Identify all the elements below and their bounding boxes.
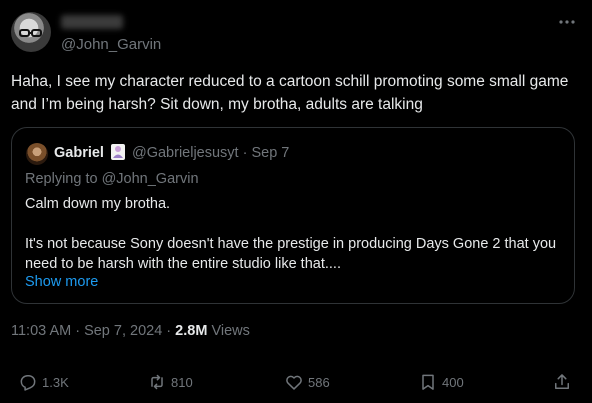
like-count: 586 (308, 374, 330, 390)
bookmark-count: 400 (442, 374, 464, 390)
show-more-link[interactable]: Show more (25, 274, 98, 290)
bookmark-icon (422, 374, 434, 390)
quoted-post[interactable]: Gabriel @Gabrieljesusyt · Sep 7 Replying… (11, 127, 575, 304)
views-count: 2.8M (175, 323, 208, 339)
post-metadata: 11:03 AM · Sep 7, 2024 · 2.8M Views (11, 323, 250, 339)
reply-icon (20, 375, 36, 391)
quote-text-line: Calm down my brotha. (25, 196, 171, 212)
author-handle[interactable]: @John_Garvin (61, 36, 161, 53)
more-icon[interactable] (557, 12, 577, 32)
heart-icon (286, 375, 302, 390)
views-label: Views (207, 323, 250, 339)
like-button[interactable]: 586 (284, 370, 330, 394)
quote-avatar (26, 143, 48, 165)
repost-count: 810 (171, 374, 193, 390)
share-icon (555, 374, 569, 389)
reply-button[interactable]: 1.3K (18, 370, 69, 394)
repost-button[interactable]: 810 (147, 370, 193, 394)
quote-author-name: Gabriel (54, 145, 104, 161)
post-header: @John_Garvin (11, 12, 581, 53)
display-name-redacted[interactable] (61, 15, 123, 29)
repost-icon (151, 374, 163, 390)
quote-text: Calm down my brotha. It's not because So… (25, 194, 565, 274)
bookmark-button[interactable]: 400 (418, 370, 464, 394)
share-button[interactable] (552, 370, 572, 394)
replying-to: Replying to @John_Garvin (25, 171, 199, 187)
timestamp[interactable]: 11:03 AM · Sep 7, 2024 · (11, 323, 175, 339)
action-bar: 1.3K 810 586 400 (0, 370, 592, 394)
reply-count: 1.3K (42, 374, 69, 390)
affiliate-badge-icon (110, 143, 126, 161)
post-text: Haha, I see my character reduced to a ca… (11, 73, 569, 113)
quote-handle-date: @Gabrieljesusyt · Sep 7 (132, 145, 290, 161)
quote-text-line: It's not because Sony doesn't have the p… (25, 236, 557, 272)
avatar[interactable] (11, 12, 51, 52)
